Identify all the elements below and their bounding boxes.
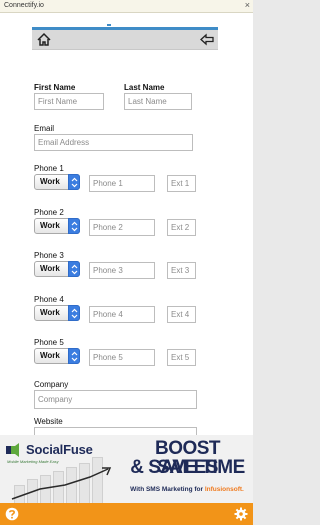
phone-1-input[interactable]: Phone 1: [89, 175, 155, 192]
back-button[interactable]: [199, 32, 215, 47]
website-label: Website: [34, 417, 63, 426]
advertisement-banner[interactable]: SocialFuse Mobile Marketing Made Easy BO…: [0, 435, 253, 504]
phone-4-input[interactable]: Phone 4: [89, 306, 155, 323]
phone-3-type-select[interactable]: Work: [34, 261, 80, 277]
email-input[interactable]: Email Address: [34, 134, 193, 151]
app-title: Connectify.io: [4, 2, 44, 9]
last-name-input[interactable]: Last Name: [124, 93, 192, 110]
select-arrows-icon: [68, 348, 80, 364]
ad-subline-brand: Infusionsoft.: [204, 486, 244, 493]
gear-icon: [234, 507, 248, 521]
first-name-label: First Name: [34, 83, 76, 92]
ad-subline: With SMS Marketing for Infusionsoft.: [121, 486, 253, 493]
settings-button[interactable]: [234, 507, 248, 521]
phone-5-type-select[interactable]: Work: [34, 348, 80, 364]
accent-speck: [107, 24, 111, 26]
phone-3-label: Phone 3: [34, 251, 64, 260]
home-button[interactable]: [36, 32, 52, 47]
help-icon: [5, 507, 19, 521]
first-name-input[interactable]: First Name: [34, 93, 104, 110]
back-arrow-icon: [200, 33, 214, 46]
email-label: Email: [34, 124, 55, 133]
website-input[interactable]: [34, 427, 197, 435]
socialfuse-brand: SocialFuse: [26, 442, 93, 457]
phone-4-type-value: Work: [40, 308, 60, 317]
help-button[interactable]: [5, 507, 19, 521]
phone-4-ext-input[interactable]: Ext 4: [167, 306, 196, 323]
phone-1-type-value: Work: [40, 177, 60, 186]
phone-5-label: Phone 5: [34, 338, 64, 347]
form-panel: First Name First Name Last Name Last Nam…: [0, 13, 253, 435]
footer-bar: [0, 503, 253, 525]
last-name-label: Last Name: [124, 83, 165, 92]
growth-arrow-icon: [11, 467, 112, 500]
home-icon: [37, 32, 51, 46]
socialfuse-logo-icon: [6, 443, 19, 457]
select-arrows-icon: [68, 305, 80, 321]
select-arrows-icon: [68, 261, 80, 277]
phone-2-input[interactable]: Phone 2: [89, 219, 155, 236]
company-label: Company: [34, 380, 69, 389]
phone-4-type-select[interactable]: Work: [34, 305, 80, 321]
select-arrows-icon: [68, 174, 80, 190]
phone-1-label: Phone 1: [34, 164, 64, 173]
ad-subline-text: With SMS Marketing for: [130, 486, 205, 493]
socialfuse-logo: SocialFuse: [5, 442, 93, 458]
phone-5-type-value: Work: [40, 351, 60, 360]
phone-1-ext-input[interactable]: Ext 1: [167, 175, 196, 192]
phone-1-type-select[interactable]: Work: [34, 174, 80, 190]
phone-3-type-value: Work: [40, 264, 60, 273]
phone-2-type-value: Work: [40, 221, 60, 230]
phone-2-ext-input[interactable]: Ext 2: [167, 219, 196, 236]
phone-5-ext-input[interactable]: Ext 5: [167, 349, 196, 366]
phone-2-type-select[interactable]: Work: [34, 218, 80, 234]
phone-3-input[interactable]: Phone 3: [89, 262, 155, 279]
ad-tagline: Mobile Marketing Made Easy: [7, 459, 59, 464]
phone-2-label: Phone 2: [34, 208, 64, 217]
select-arrows-icon: [68, 218, 80, 234]
toolbar: [32, 30, 218, 50]
ad-headline-2: & SAVE TIME: [130, 457, 245, 478]
phone-3-ext-input[interactable]: Ext 3: [167, 262, 196, 279]
company-input[interactable]: Company: [34, 390, 197, 409]
phone-4-label: Phone 4: [34, 295, 64, 304]
title-bar: Connectify.io ×: [0, 0, 253, 13]
phone-5-input[interactable]: Phone 5: [89, 349, 155, 366]
close-icon[interactable]: ×: [245, 0, 250, 11]
